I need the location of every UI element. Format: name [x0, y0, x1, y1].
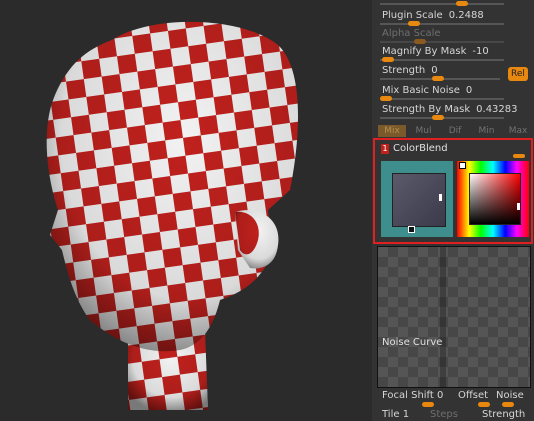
rel-button[interactable]: Rel — [508, 67, 528, 81]
mode-min-button[interactable]: Min — [473, 125, 501, 137]
tile-slider[interactable]: Tile 1 — [382, 409, 409, 420]
plugin-scale-slider[interactable]: Plugin Scale 0.2488 — [372, 8, 534, 26]
strength-label: Strength — [382, 65, 426, 76]
focal-shift-slider[interactable]: Focal Shift 0 — [382, 390, 443, 401]
colorblend-section: 1 ColorBlend — [373, 138, 533, 244]
mode-mul-button[interactable]: Mul — [410, 125, 438, 137]
noise-knob[interactable] — [502, 402, 514, 407]
head-model — [46, 21, 299, 410]
color-picker-b-handle[interactable] — [459, 162, 466, 169]
offset-knob[interactable] — [478, 402, 490, 407]
color-picker-a-field[interactable] — [392, 173, 446, 227]
noise-slider[interactable]: Noise — [496, 390, 524, 401]
tile-label: Tile — [382, 409, 400, 420]
strength-by-mask-label: Strength By Mask — [382, 104, 471, 115]
mix-basic-noise-label: Mix Basic Noise — [382, 85, 460, 96]
color-swatch-a[interactable] — [381, 161, 453, 237]
colorblend-index-badge: 1 — [381, 144, 389, 154]
steps-slider[interactable]: Steps — [430, 409, 458, 420]
color-picker-a-handle[interactable] — [408, 226, 415, 233]
curve-divider — [440, 247, 446, 387]
noise-curve-label: Noise Curve — [382, 337, 443, 348]
mode-mix-button[interactable]: Mix — [378, 125, 406, 137]
focal-shift-value: 0 — [437, 390, 444, 401]
noise-curve-editor[interactable]: Noise Curve — [377, 246, 531, 388]
mix-basic-noise-value: 0 — [465, 85, 473, 96]
colorblend-slider-knob[interactable] — [513, 154, 525, 158]
mode-dif-button[interactable]: Dif — [441, 125, 469, 137]
color-swatch-b[interactable] — [457, 161, 529, 237]
strength-value: 0 — [431, 65, 438, 76]
tool-panel: Plugin Scale 0.2488 Alpha Scale Magnify B… — [372, 0, 534, 421]
colorblend-title: ColorBlend — [393, 143, 448, 154]
color-picker-a-marker[interactable] — [439, 194, 442, 201]
tile-value: 1 — [402, 409, 410, 420]
plugin-scale-value: 0.2488 — [448, 10, 484, 21]
strength-by-mask-slider[interactable]: Strength By Mask 0.43283 — [372, 102, 534, 120]
color-picker-b-field[interactable] — [469, 173, 521, 225]
magnify-by-mask-slider[interactable]: Magnify By Mask -10 — [372, 44, 534, 62]
strength-by-mask-value: 0.43283 — [476, 104, 518, 115]
bottom-strength-slider[interactable]: Strength — [482, 409, 525, 420]
mix-basic-noise-slider[interactable]: Mix Basic Noise 0 — [372, 83, 534, 101]
color-picker-b-marker[interactable] — [517, 203, 520, 210]
viewport-canvas[interactable] — [0, 0, 372, 421]
alpha-scale-label: Alpha Scale — [382, 28, 441, 39]
blend-mode-tabs: Mix Mul Dif Min Max — [378, 125, 532, 137]
alpha-scale-slider[interactable]: Alpha Scale — [372, 26, 534, 44]
mode-max-button[interactable]: Max — [504, 125, 532, 137]
offset-slider[interactable]: Offset — [458, 390, 488, 401]
focal-shift-label: Focal Shift — [382, 390, 434, 401]
magnify-by-mask-label: Magnify By Mask — [382, 46, 467, 57]
focal-shift-knob[interactable] — [422, 402, 434, 407]
plugin-scale-label: Plugin Scale — [382, 10, 443, 21]
magnify-by-mask-value: -10 — [472, 46, 489, 57]
